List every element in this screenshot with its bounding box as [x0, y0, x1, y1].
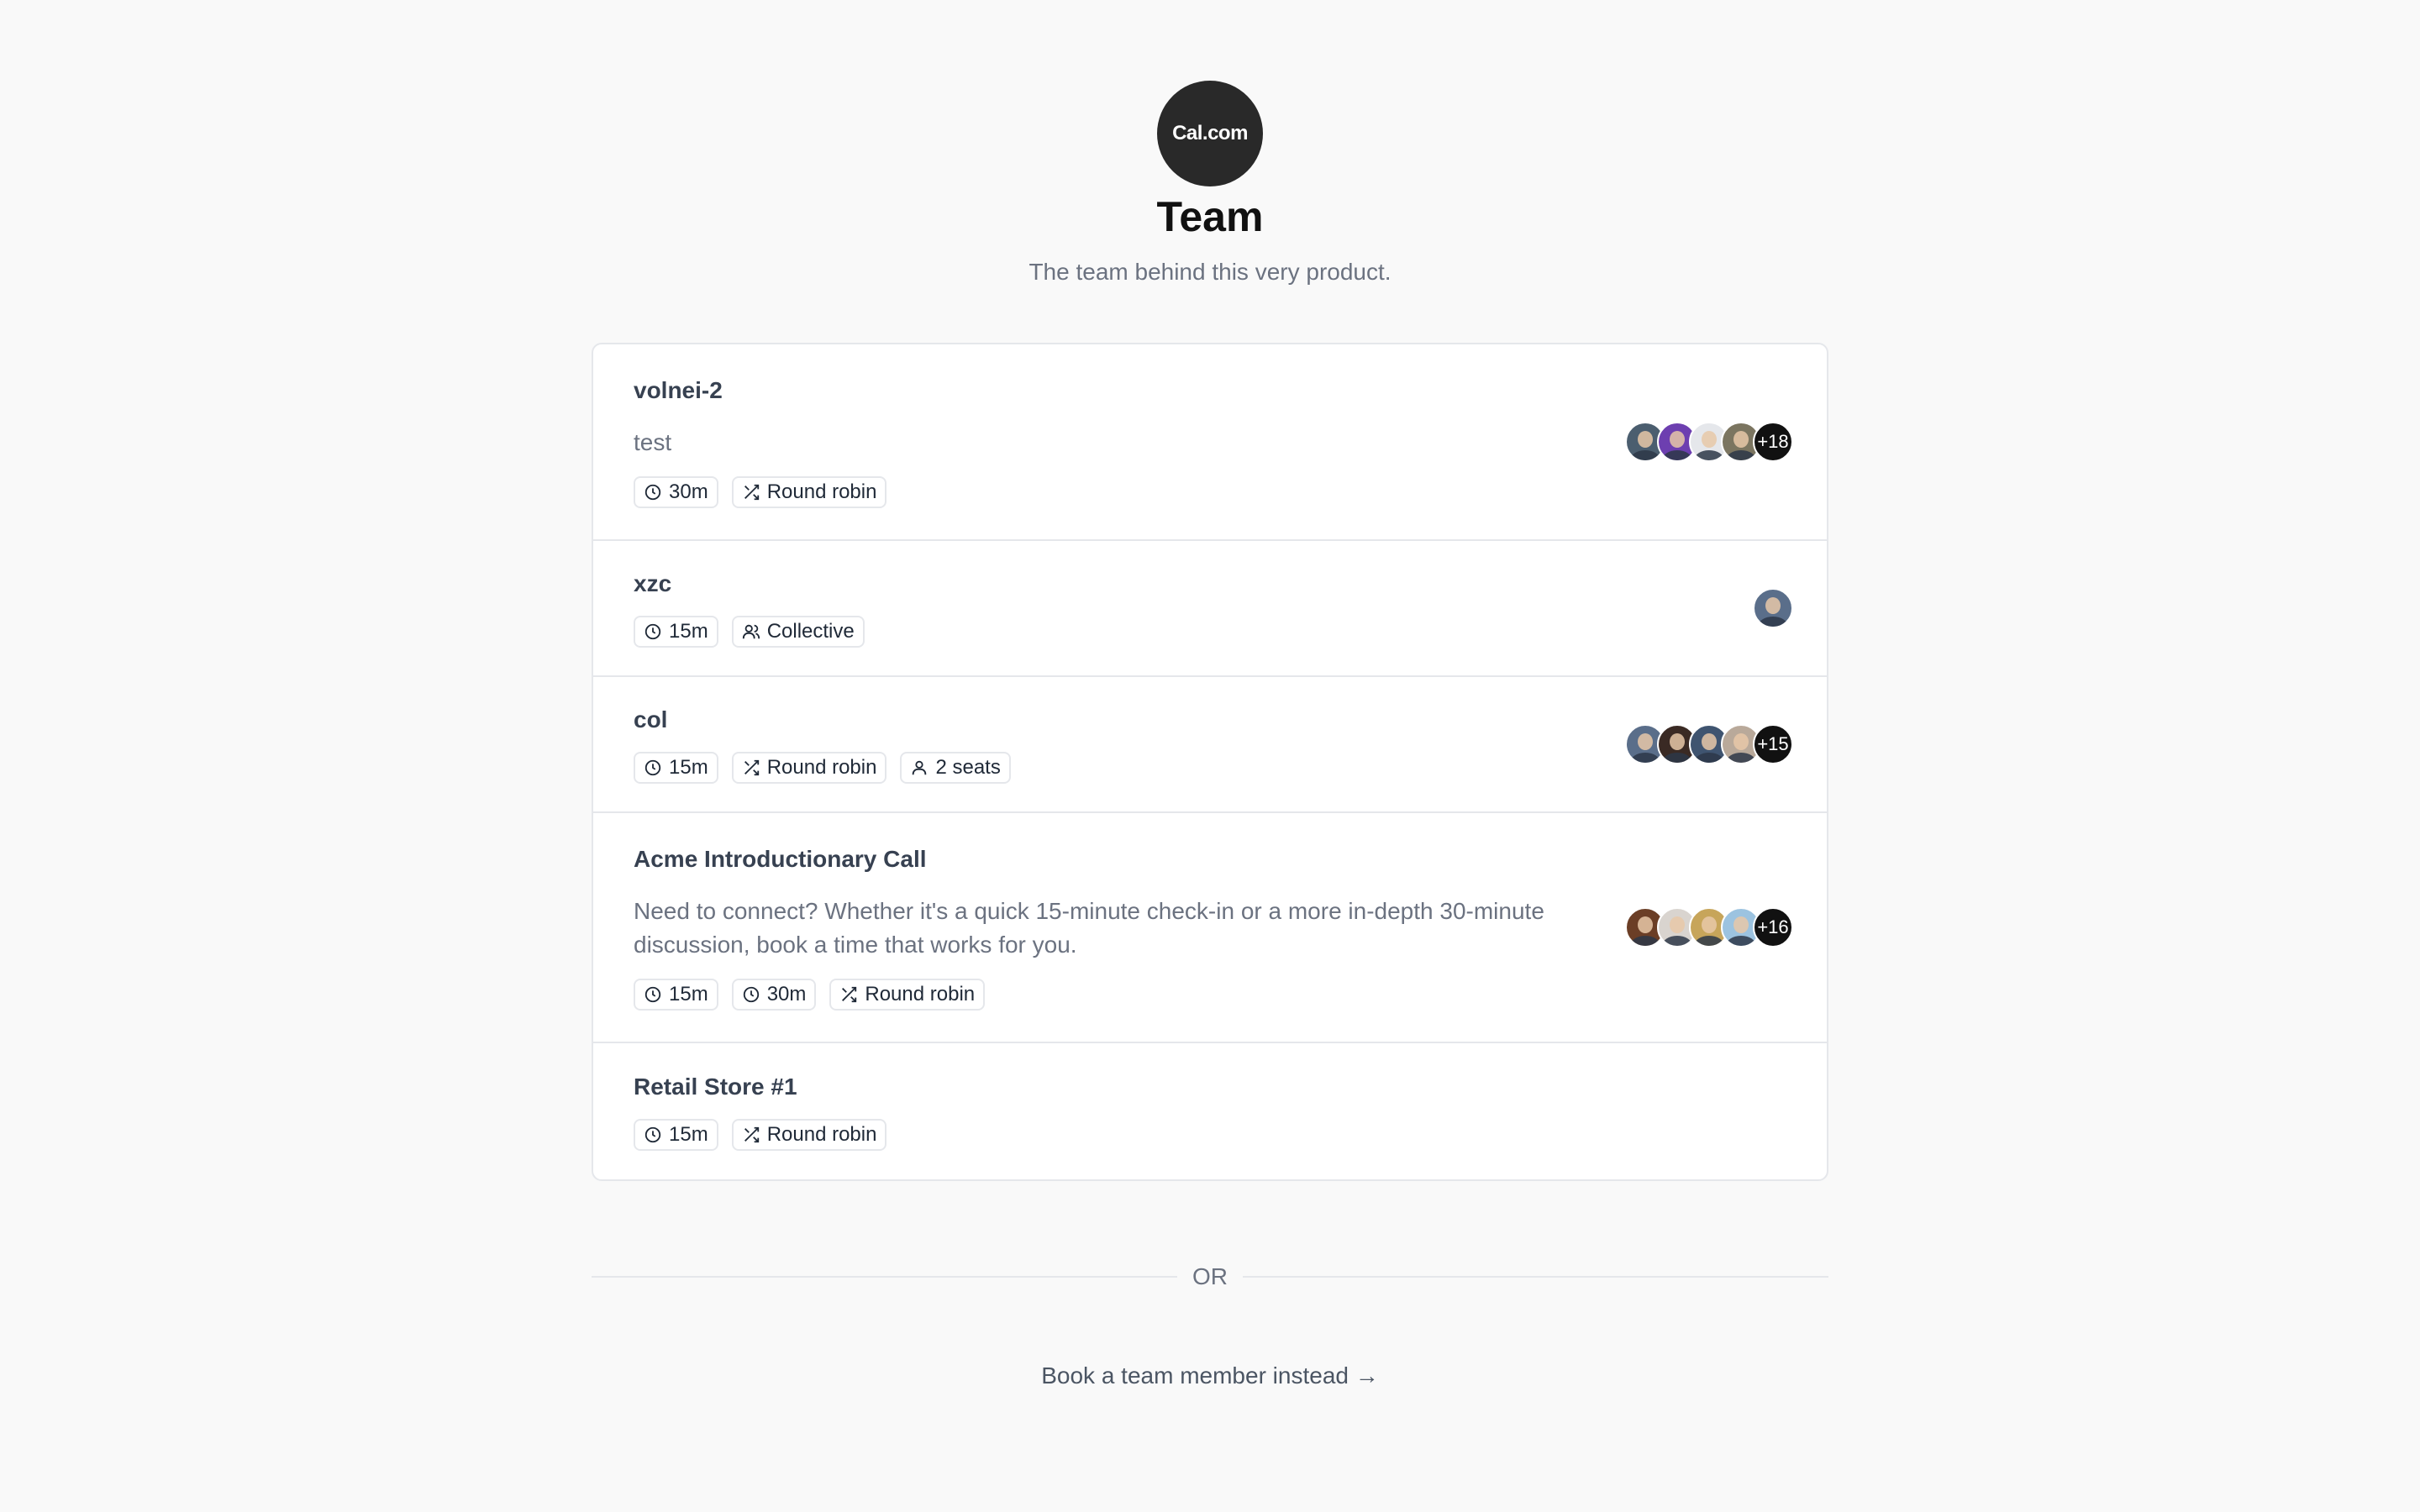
- divider-label: OR: [1192, 1263, 1228, 1289]
- event-badge-label: Round robin: [766, 756, 877, 779]
- event-badges: 15m Round robin 2 seats: [634, 752, 1011, 784]
- team-booking-page: Cal.com Team The team behind this very p…: [0, 0, 2420, 1512]
- event-badge: 30m: [634, 476, 718, 508]
- event-badges: 15m 30m Round robin: [634, 979, 1625, 1011]
- event-badge: Round robin: [731, 752, 887, 784]
- event-badge-label: 30m: [669, 480, 708, 503]
- users-icon: [742, 622, 760, 641]
- team-logo-text: Cal.com: [1172, 122, 1248, 144]
- more-hosts-count: +16: [1753, 907, 1793, 948]
- event-badge-label: Round robin: [766, 480, 877, 503]
- event-title: Retail Store #1: [634, 1074, 797, 1100]
- event-badge-label: 15m: [669, 620, 708, 643]
- event-badge: Round robin: [731, 1119, 887, 1151]
- event-title: col: [634, 706, 668, 732]
- shuffle-icon: [742, 483, 760, 501]
- event-badge: 30m: [731, 979, 817, 1011]
- or-divider: OR: [592, 1262, 1828, 1292]
- event-badge-label: Round robin: [865, 983, 976, 1005]
- shuffle-icon: [839, 985, 858, 1004]
- host-avatar-group: +16: [1625, 907, 1793, 948]
- event-title: Acme Introductionary Call: [634, 846, 927, 872]
- event-badges: 30m Round robin: [634, 476, 887, 508]
- clock-icon: [644, 622, 662, 641]
- team-logo: Cal.com: [1157, 81, 1263, 186]
- event-badge: Round robin: [829, 979, 986, 1011]
- event-info: volnei-2 test 30m Round robin: [634, 375, 887, 508]
- event-info: xzc 15m Collective: [634, 569, 865, 648]
- event-badge: 15m: [634, 752, 718, 784]
- team-name: Team: [1156, 193, 1264, 240]
- team-description: The team behind this very product.: [1028, 259, 1392, 285]
- team-header: Cal.com Team The team behind this very p…: [0, 81, 2420, 287]
- host-avatar-group: +18: [1625, 422, 1793, 462]
- event-title: volnei-2: [634, 377, 723, 403]
- event-info: Acme Introductionary Call Need to connect…: [634, 844, 1625, 1011]
- event-info: Retail Store #1 15m Round robin: [634, 1072, 887, 1151]
- event-badges: 15m Round robin: [634, 1119, 887, 1151]
- book-team-member-link[interactable]: Book a team member instead →: [0, 1359, 2420, 1393]
- event-badge: 15m: [634, 616, 718, 648]
- event-badge-label: Round robin: [766, 1123, 877, 1146]
- more-hosts-count: +18: [1753, 422, 1793, 462]
- shuffle-icon: [742, 759, 760, 777]
- host-avatar: [1753, 588, 1793, 628]
- event-badges: 15m Collective: [634, 616, 865, 648]
- event-type-row[interactable]: Retail Store #1 15m Round robin: [593, 1043, 1827, 1179]
- event-description: Need to connect? Whether it's a quick 15…: [634, 898, 1544, 958]
- event-type-row[interactable]: Acme Introductionary Call Need to connect…: [593, 813, 1827, 1043]
- event-badge-label: Collective: [766, 620, 855, 643]
- host-avatar-group: [1753, 588, 1793, 628]
- clock-icon: [644, 483, 662, 501]
- event-description: test: [634, 429, 672, 455]
- event-type-list: volnei-2 test 30m Round robin +18 xzc 15m Colle…: [592, 343, 1828, 1181]
- event-badge-label: 15m: [669, 1123, 708, 1146]
- clock-icon: [742, 985, 760, 1004]
- event-info: col 15m Round robin 2 seats: [634, 705, 1011, 784]
- divider-line-right: [1243, 1276, 1828, 1278]
- event-badge: Collective: [731, 616, 865, 648]
- clock-icon: [644, 985, 662, 1004]
- event-title: xzc: [634, 570, 672, 596]
- event-badge: 15m: [634, 979, 718, 1011]
- event-badge-label: 2 seats: [935, 756, 1001, 779]
- event-type-row[interactable]: volnei-2 test 30m Round robin +18: [593, 344, 1827, 541]
- clock-icon: [644, 759, 662, 777]
- shuffle-icon: [742, 1126, 760, 1144]
- divider-line-left: [592, 1276, 1177, 1278]
- event-type-row[interactable]: xzc 15m Collective: [593, 541, 1827, 677]
- event-badge-label: 15m: [669, 756, 708, 779]
- clock-icon: [644, 1126, 662, 1144]
- user-icon: [910, 759, 929, 777]
- event-badge-label: 15m: [669, 983, 708, 1005]
- event-badge-label: 30m: [766, 983, 807, 1005]
- event-type-row[interactable]: col 15m Round robin 2 seats +15: [593, 677, 1827, 813]
- more-hosts-count: +15: [1753, 724, 1793, 764]
- event-badge: 15m: [634, 1119, 718, 1151]
- host-avatar-group: +15: [1625, 724, 1793, 764]
- event-badge: 2 seats: [900, 752, 1011, 784]
- event-badge: Round robin: [731, 476, 887, 508]
